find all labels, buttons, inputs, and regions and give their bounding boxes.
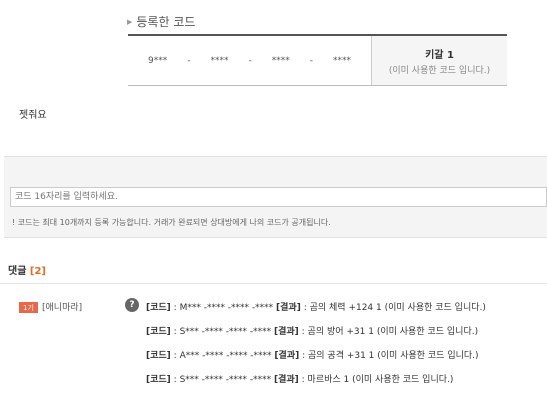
result-label: [결과]	[276, 303, 301, 313]
result-value: : 마르바스 1 (이미 사용한 코드 입니다.)	[301, 375, 454, 385]
code-part: ****	[271, 55, 290, 66]
post-body-text: 젯줘요	[19, 110, 47, 121]
code-value: : A*** -**** -**** -****	[173, 351, 272, 361]
code-label: [코드]	[146, 327, 171, 337]
author-level-badge: 1기	[19, 302, 38, 313]
comments-count: [2]	[29, 266, 46, 277]
code-separator: -	[248, 55, 252, 66]
question-icon[interactable]: ?	[125, 298, 139, 312]
comments-divider	[0, 283, 547, 284]
triangle-right-icon: ▶	[127, 17, 133, 26]
comment-line: [코드] : S*** -**** -**** -**** [결과] : 곰의 …	[146, 324, 478, 337]
registered-code-value: 9*** - **** - **** - ****	[128, 36, 371, 85]
result-value: : 곰의 체력 +124 1 (이미 사용한 코드 입니다.)	[303, 303, 486, 313]
code-value: : M*** -**** -**** -****	[173, 303, 274, 313]
code-label: [코드]	[146, 303, 171, 313]
code-value: : S*** -**** -**** -****	[173, 375, 272, 385]
code-value: : S*** -**** -**** -****	[173, 327, 272, 337]
result-value: : 곰의 방어 +31 1 (이미 사용한 코드 입니다.)	[301, 327, 479, 337]
comment-author[interactable]: [애니마라]	[42, 300, 82, 313]
result-value: : 곰의 공격 +31 1 (이미 사용한 코드 입니다.)	[302, 351, 479, 361]
result-status: (이미 사용한 코드 입니다.)	[388, 65, 491, 76]
registered-code-result: 키갈 1 (이미 사용한 코드 입니다.)	[371, 36, 507, 85]
result-label: [결과]	[273, 375, 299, 385]
code-input[interactable]	[10, 187, 547, 207]
comment-line: [코드] : M*** -**** -**** -**** [결과] : 곰의 …	[146, 300, 486, 313]
registered-code-title: 등록한 코드	[136, 15, 196, 29]
result-title: 키갈 1	[425, 49, 454, 61]
code-separator: -	[187, 55, 191, 66]
code-part: ****	[210, 55, 229, 66]
registered-code-heading: ▶ 등록한 코드	[127, 13, 195, 30]
code-input-notice: ! 코드는 최대 10개까지 등록 가능합니다. 거래가 완료되면 상대방에게 …	[12, 218, 331, 227]
result-label: [결과]	[273, 327, 299, 337]
result-label: [결과]	[274, 351, 300, 361]
code-label: [코드]	[146, 351, 171, 361]
comments-heading: 댓글 [2]	[8, 262, 46, 277]
comments-title: 댓글	[8, 266, 27, 277]
registered-code-table: 9*** - **** - **** - **** 키갈 1 (이미 사용한 코…	[128, 34, 507, 86]
code-label: [코드]	[146, 375, 171, 385]
code-separator: -	[309, 55, 313, 66]
code-part: 9***	[148, 55, 168, 66]
code-part: ****	[332, 55, 351, 66]
comment-line: [코드] : S*** -**** -**** -**** [결과] : 마르바…	[146, 372, 453, 385]
comment-line: [코드] : A*** -**** -**** -**** [결과] : 곰의 …	[146, 348, 479, 361]
